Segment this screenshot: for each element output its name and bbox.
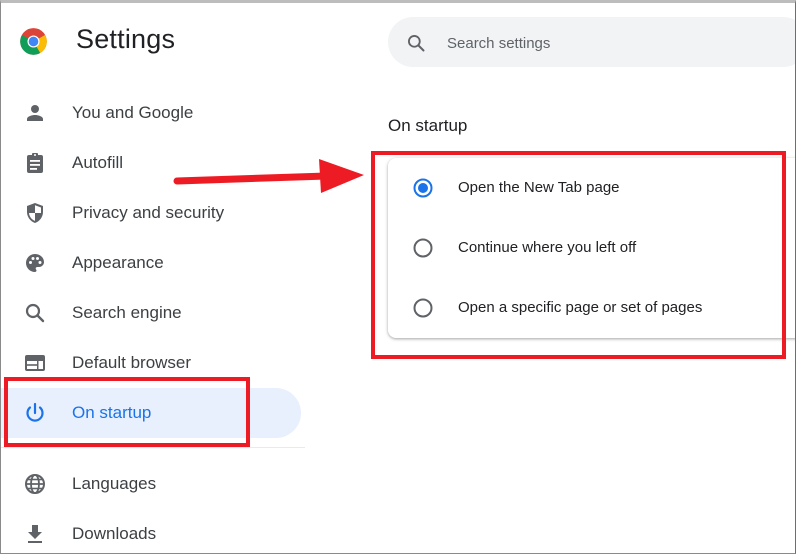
sidebar-item-appearance[interactable]: Appearance — [1, 238, 301, 288]
sidebar-item-label: Default browser — [72, 353, 192, 372]
sidebar-item-default-browser[interactable]: Default browser — [1, 338, 301, 388]
sidebar-item-privacy-and-security[interactable]: Privacy and security — [1, 188, 301, 238]
browser-window-icon — [25, 355, 45, 371]
sidebar-item-label: On startup — [72, 403, 152, 422]
section-title: On startup — [388, 116, 468, 135]
sidebar-item-label: Languages — [72, 474, 157, 493]
sidebar-item-label: Autofill — [72, 153, 124, 172]
sidebar-item-label: Downloads — [72, 524, 157, 543]
globe-icon — [25, 474, 45, 494]
clipboard-icon — [27, 153, 43, 173]
download-icon — [28, 525, 42, 543]
settings-window: Settings You and Google Autofil — [0, 0, 796, 554]
radio-label: Open a specific page or set of pages — [458, 299, 703, 316]
sidebar-divider — [1, 447, 305, 448]
shield-icon — [27, 203, 43, 223]
sidebar-item-you-and-google[interactable]: You and Google — [1, 88, 301, 138]
person-icon — [27, 105, 43, 121]
page-title: Settings — [76, 24, 176, 54]
sidebar-item-languages[interactable]: Languages — [1, 459, 301, 509]
radio-option-continue[interactable]: Continue where you left off — [388, 218, 795, 278]
palette-icon — [26, 254, 44, 272]
startup-options-card: Open the New Tab page Continue where you… — [388, 158, 795, 338]
sidebar-item-label: Privacy and security — [72, 203, 225, 222]
radio-option-new-tab[interactable]: Open the New Tab page — [388, 158, 795, 218]
sidebar-item-label: Appearance — [72, 253, 164, 272]
search-bar[interactable] — [388, 17, 795, 67]
sidebar-item-search-engine[interactable]: Search engine — [1, 288, 301, 338]
radio-selected-icon[interactable] — [413, 178, 433, 198]
radio-label: Open the New Tab page — [458, 179, 620, 196]
sidebar-item-on-startup[interactable]: On startup — [1, 388, 301, 438]
search-icon — [25, 303, 45, 323]
sidebar-item-downloads[interactable]: Downloads — [1, 509, 301, 553]
radio-unselected-icon[interactable] — [413, 298, 433, 318]
sidebar-item-label: You and Google — [72, 103, 194, 122]
search-input[interactable] — [445, 29, 779, 57]
radio-unselected-icon[interactable] — [413, 238, 433, 258]
search-icon — [408, 35, 425, 52]
radio-option-specific-pages[interactable]: Open a specific page or set of pages — [388, 278, 795, 338]
sidebar-item-autofill[interactable]: Autofill — [1, 138, 301, 188]
chrome-logo — [20, 28, 47, 55]
power-icon — [26, 402, 44, 422]
radio-label: Continue where you left off — [458, 239, 637, 256]
sidebar-item-label: Search engine — [72, 303, 182, 322]
